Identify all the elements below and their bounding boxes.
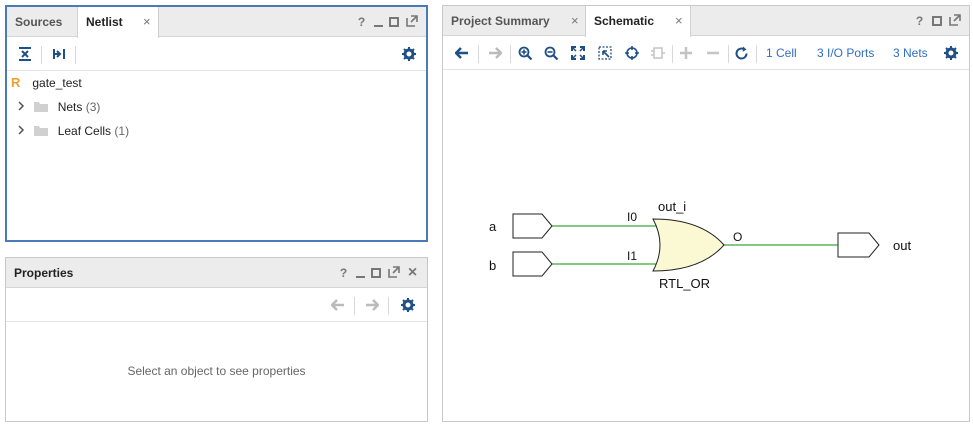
chevron-right-icon[interactable] [17,97,31,117]
nets-link[interactable]: 3 Nets [893,46,928,60]
maximize-icon[interactable] [389,17,399,27]
settings-icon[interactable] [398,295,418,315]
maximize-icon[interactable] [932,16,942,26]
maximize-icon[interactable] [371,268,381,278]
input-port-a[interactable]: a [489,213,553,239]
tab-netlist-close-icon[interactable]: × [143,7,151,37]
tab-project-summary-close-icon[interactable]: × [571,6,579,36]
properties-empty-message: Select an object to see properties [127,364,306,378]
schematic-panel: Project Summary × Schematic × ? 1 Cell 3… [442,5,970,422]
properties-titlebar: Properties ? × [6,258,427,288]
netlist-toolbar [7,38,426,71]
gate-pin-i1: I1 [627,249,637,263]
folder-icon [34,98,54,118]
io-ports-link[interactable]: 3 I/O Ports [817,46,874,60]
schematic-window-controls: ? [913,13,961,29]
minimize-icon[interactable] [374,18,383,27]
cell-icon[interactable] [648,43,668,63]
output-port-out-label: out [893,238,911,253]
float-icon[interactable] [387,266,400,280]
minimize-icon[interactable] [356,269,365,278]
float-icon[interactable] [405,15,418,29]
input-port-a-label: a [489,219,497,234]
gate-instance-name: out_i [658,199,686,214]
schematic-tabbar: Project Summary × Schematic × ? [443,6,969,37]
gate-pin-o: O [733,230,742,244]
tab-schematic[interactable]: Schematic × [585,6,691,37]
tab-schematic-label: Schematic [594,14,655,28]
tree-item-nets-count: (3) [85,100,101,114]
tab-sources[interactable]: Sources [7,7,77,37]
netlist-window-controls: ? [355,14,418,30]
tab-netlist-label: Netlist [86,15,123,29]
input-port-b[interactable]: b [489,251,553,277]
add-icon[interactable] [676,43,696,63]
chevron-right-icon[interactable] [17,121,31,141]
output-port-out[interactable]: out [837,232,911,258]
forward-icon[interactable] [362,295,382,315]
tab-project-summary[interactable]: Project Summary × [443,6,585,36]
folder-icon [34,122,54,142]
tree-item-nets-label: Nets [57,100,83,114]
float-icon[interactable] [948,14,961,28]
help-icon[interactable]: ? [337,266,350,280]
tree-item-nets[interactable]: Nets (3) [17,97,100,117]
netlist-tabbar: Sources Netlist × ? [7,7,426,38]
tab-sources-label: Sources [15,15,63,29]
properties-toolbar [6,289,427,322]
zoom-area-icon[interactable] [595,43,615,63]
select-icon[interactable] [622,43,642,63]
input-port-b-label: b [489,258,496,273]
remove-icon[interactable] [703,43,723,63]
schematic-toolbar: 1 Cell 3 I/O Ports 3 Nets [443,37,969,70]
help-icon[interactable]: ? [355,15,368,29]
netlist-panel: Sources Netlist × ? R gate_test Nets (3)… [5,5,428,242]
settings-icon[interactable] [941,43,961,63]
properties-window-controls: ? × [337,265,419,281]
zoom-in-icon[interactable] [515,43,535,63]
schematic-canvas[interactable]: a b out_i RTL_OR I0 I1 O out [443,71,969,421]
tab-schematic-close-icon[interactable]: × [675,6,683,36]
forward-icon[interactable] [485,43,505,63]
close-icon[interactable]: × [406,265,419,281]
settings-icon[interactable] [399,44,419,64]
cells-link[interactable]: 1 Cell [766,46,797,60]
properties-title: Properties [14,266,74,280]
zoom-fit-icon[interactable] [568,43,588,63]
expand-all-icon[interactable] [49,44,69,64]
gate-type-label: RTL_OR [659,276,710,291]
collapse-all-icon[interactable] [15,44,35,64]
refresh-icon[interactable] [731,43,751,63]
tree-item-leaf-cells-count: (1) [114,124,130,138]
gate-pin-i0: I0 [627,210,637,224]
tree-item-leaf-cells[interactable]: Leaf Cells (1) [17,121,129,141]
tab-netlist[interactable]: Netlist × [77,7,159,38]
back-icon[interactable] [452,43,472,63]
tab-project-summary-label: Project Summary [451,14,550,28]
root-badge-icon: R [11,75,21,90]
back-icon[interactable] [328,295,348,315]
tree-item-leaf-cells-label: Leaf Cells [57,124,112,138]
tree-root-label: gate_test [32,76,82,90]
tree-root-gate-test[interactable]: R gate_test [11,73,82,93]
zoom-out-icon[interactable] [541,43,561,63]
properties-panel: Properties ? × Select an object to see p… [5,257,428,422]
help-icon[interactable]: ? [913,14,926,28]
